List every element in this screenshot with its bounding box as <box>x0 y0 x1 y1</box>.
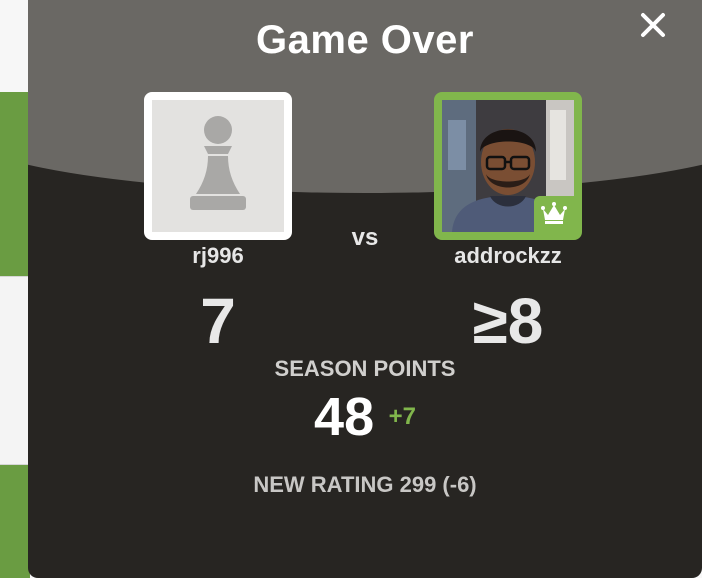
season-points-value: 48 <box>314 387 375 447</box>
pawn-placeholder-icon <box>152 100 284 232</box>
new-rating-text: NEW RATING 299 (-6) <box>253 472 477 497</box>
player-avatar-right[interactable] <box>434 92 582 240</box>
vs-label: vs <box>351 224 379 251</box>
season-points-label: SEASON POINTS <box>274 356 456 381</box>
modal-title: Game Over <box>256 18 474 62</box>
background-divider <box>0 276 30 277</box>
season-points-row: 48 +7 <box>28 386 702 448</box>
player-score-left: 7 <box>200 285 236 357</box>
player-username-right[interactable]: addrockzz <box>398 243 618 269</box>
season-points-delta: +7 <box>388 403 416 430</box>
background-green-strip <box>0 92 30 276</box>
player-username-left[interactable]: rj996 <box>108 243 328 269</box>
background-green-strip <box>0 464 30 578</box>
game-over-modal: Game Over vs rj996 addrockzz 7 ≥8 SEASON… <box>28 0 702 578</box>
background-light-strip <box>0 276 30 464</box>
player-avatar-left[interactable] <box>144 92 292 240</box>
player-score-right: ≥8 <box>472 285 544 357</box>
crown-badge <box>534 196 574 232</box>
crown-icon <box>541 202 567 224</box>
background-divider <box>0 464 30 465</box>
